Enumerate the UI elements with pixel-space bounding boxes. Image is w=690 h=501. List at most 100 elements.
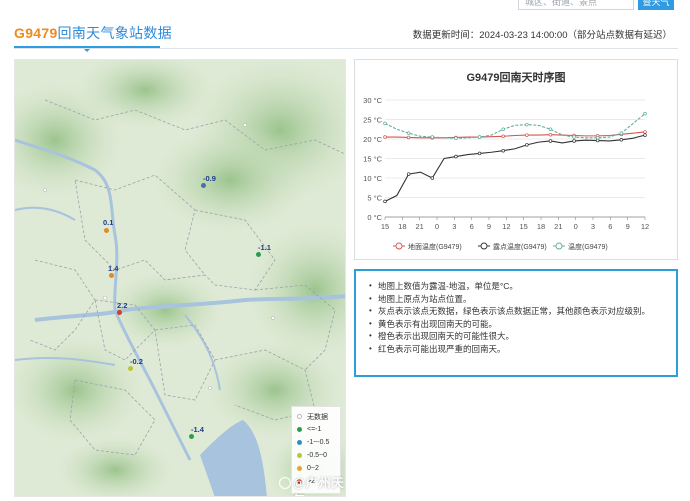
station-value: 0.1 bbox=[103, 218, 114, 227]
x-tick-label: 18 bbox=[398, 222, 406, 231]
station-map[interactable]: -0.9 0.1 -1.1 1.4 2.2 -0.2 -1.4 无数据 <=-1… bbox=[14, 59, 346, 497]
station-marker[interactable] bbox=[109, 273, 114, 278]
data-point bbox=[525, 133, 529, 137]
data-point bbox=[548, 127, 553, 131]
legend-swatch bbox=[297, 440, 302, 445]
data-point bbox=[643, 133, 647, 137]
data-point bbox=[595, 138, 600, 143]
data-point bbox=[619, 131, 624, 135]
x-tick-label: 15 bbox=[519, 222, 527, 231]
y-tick-label: 20 °C bbox=[363, 135, 382, 144]
data-point bbox=[548, 132, 553, 137]
x-tick-label: 18 bbox=[537, 222, 545, 231]
legend-item: <=-1 bbox=[295, 423, 337, 436]
data-point bbox=[525, 122, 529, 127]
legend-label: 温度(G9479) bbox=[568, 242, 608, 251]
data-point bbox=[454, 154, 458, 159]
legend-marker bbox=[480, 242, 488, 250]
legend-swatch bbox=[297, 453, 302, 458]
data-point bbox=[572, 135, 576, 139]
legend-label: -0.5~0 bbox=[307, 452, 328, 459]
top-search-bar: 城区、街道、景点 查天气 bbox=[0, 0, 690, 14]
update-label: 数据更新时间： bbox=[412, 30, 480, 41]
data-point bbox=[548, 139, 553, 143]
search-input[interactable]: 城区、街道、景点 bbox=[518, 0, 634, 10]
legend-item: -0.5~0 bbox=[295, 449, 337, 462]
y-tick-label: 0 °C bbox=[367, 213, 382, 222]
station-marker[interactable] bbox=[128, 366, 133, 371]
legend-label: 地面温度(G9479) bbox=[408, 242, 462, 251]
update-note: （部分站点数据有延迟） bbox=[567, 30, 672, 41]
legend-swatch bbox=[297, 414, 302, 419]
update-time: 2024-03-23 14:00:00 bbox=[479, 30, 568, 41]
x-tick-label: 15 bbox=[381, 222, 389, 231]
search-button[interactable]: 查天气 bbox=[638, 0, 674, 10]
x-tick-label: 0 bbox=[435, 222, 439, 231]
chart-panel: G9479回南天时序图 0 °C 5 °C 10 °C 15 °C 20 °C 25 °C… bbox=[354, 59, 678, 260]
y-tick-label: 30 °C bbox=[363, 96, 382, 105]
series-line bbox=[384, 134, 646, 202]
data-point bbox=[643, 111, 647, 116]
legend-swatch bbox=[297, 466, 302, 471]
station-value: -0.2 bbox=[130, 357, 143, 366]
x-tick-label: 21 bbox=[415, 222, 423, 231]
legend-label: 无数据 bbox=[307, 413, 328, 421]
data-point bbox=[383, 199, 387, 204]
data-point bbox=[501, 127, 505, 131]
legend-label: <=-1 bbox=[307, 426, 322, 433]
station-marker[interactable] bbox=[189, 434, 194, 439]
data-point bbox=[595, 136, 600, 140]
data-point bbox=[619, 138, 624, 142]
watermark: @广州天气 bbox=[293, 476, 345, 496]
y-tick-label: 15 °C bbox=[363, 155, 382, 164]
legend-item: -1~-0.5 bbox=[295, 436, 337, 449]
x-tick-label: 6 bbox=[470, 222, 474, 231]
legend-marker bbox=[395, 242, 403, 250]
data-point bbox=[501, 148, 505, 153]
timeseries-chart[interactable]: 0 °C 5 °C 10 °C 15 °C 20 °C 25 °C 30 °C 15 18 21 0… bbox=[355, 60, 679, 261]
header-divider bbox=[14, 48, 678, 49]
data-point bbox=[383, 121, 387, 126]
station-marker[interactable] bbox=[117, 310, 122, 315]
data-point bbox=[406, 131, 411, 135]
info-item: 地图上数值为露温-地温，单位是°C。 bbox=[368, 280, 666, 293]
data-point bbox=[477, 135, 482, 139]
update-info: 数据更新时间：2024-03-23 14:00:00（部分站点数据有延迟） bbox=[413, 27, 672, 41]
info-item: 灰点表示该点无数据，绿色表示该点数据正常，其他颜色表示对应级别。 bbox=[368, 305, 666, 318]
station-marker[interactable] bbox=[201, 183, 206, 188]
x-tick-label: 12 bbox=[502, 222, 510, 231]
info-box: 地图上数值为露温-地温，单位是°C。 地图上原点为站点位置。 灰点表示该点无数据… bbox=[354, 269, 678, 377]
x-tick-label: 3 bbox=[591, 222, 595, 231]
legend-label: 0~2 bbox=[307, 465, 319, 472]
station-value: -1.1 bbox=[258, 243, 271, 252]
x-tick-label: 12 bbox=[641, 222, 649, 231]
y-tick-label: 5 °C bbox=[367, 194, 382, 203]
data-point bbox=[501, 134, 505, 139]
data-point bbox=[430, 176, 435, 180]
station-marker[interactable] bbox=[256, 252, 261, 257]
weibo-logo-icon bbox=[279, 477, 291, 489]
page-header: G9479回南天气象站数据 数据更新时间：2024-03-23 14:00:00… bbox=[0, 14, 690, 52]
station-value: -0.9 bbox=[203, 174, 216, 183]
data-point bbox=[406, 135, 411, 140]
info-item: 黄色表示有出现回南天的可能。 bbox=[368, 318, 666, 331]
legend-swatch bbox=[297, 427, 302, 432]
station-value: 1.4 bbox=[108, 264, 119, 273]
data-point bbox=[383, 135, 387, 139]
station-value: 2.2 bbox=[117, 301, 128, 310]
x-tick-label: 9 bbox=[626, 222, 630, 231]
station-title: 回南天气象站数据 bbox=[57, 25, 172, 41]
x-tick-label: 6 bbox=[608, 222, 612, 231]
x-tick-label: 21 bbox=[554, 222, 562, 231]
data-point bbox=[525, 143, 529, 147]
station-value: -1.4 bbox=[191, 425, 204, 434]
x-tick-label: 9 bbox=[487, 222, 491, 231]
info-item: 地图上原点为站点位置。 bbox=[368, 293, 666, 306]
legend-label: -1~-0.5 bbox=[307, 439, 330, 446]
x-tick-label: 0 bbox=[574, 222, 578, 231]
data-point bbox=[572, 139, 576, 143]
data-point bbox=[406, 172, 411, 176]
x-tick-label: 3 bbox=[452, 222, 456, 231]
data-point bbox=[643, 130, 647, 134]
station-marker[interactable] bbox=[104, 228, 109, 233]
